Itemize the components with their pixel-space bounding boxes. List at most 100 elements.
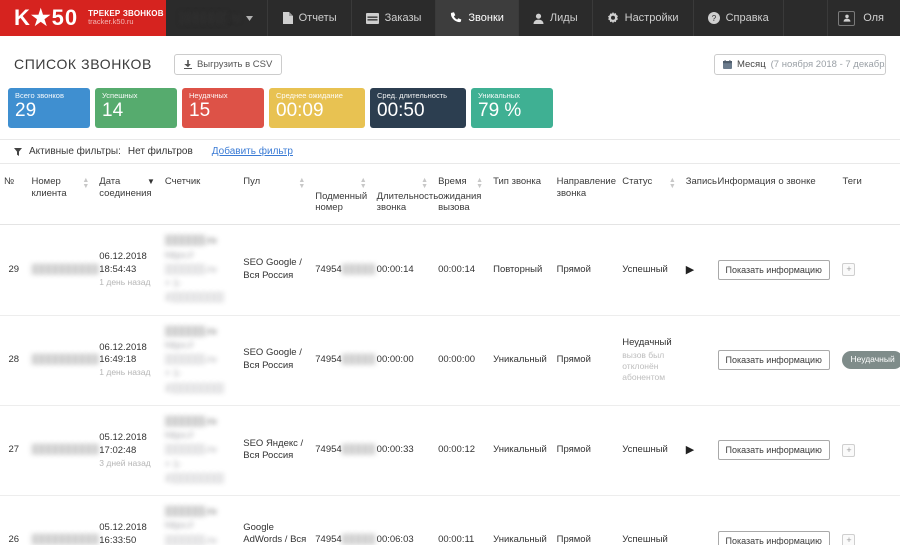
call-direction: Прямой <box>556 263 591 275</box>
col-client-number-label: Номер клиента <box>31 176 67 199</box>
counter-cell: ▒▒▒▒▒▒.ru https://▒▒▒▒▒▒.ru + 1-2▒▒▒▒▒▒▒… <box>161 496 239 545</box>
table-row[interactable]: 29 ▒▒▒▒▒▒▒▒▒▒ 06.12.2018 18:54:43 1 день… <box>0 225 900 316</box>
nav-item-reports-label: Отчеты <box>298 12 337 24</box>
nav-item-help[interactable]: ? Справка <box>694 0 784 36</box>
play-record-button[interactable]: ▶ <box>686 444 694 456</box>
logo-block[interactable]: K★50 ТРЕКЕР ЗВОНКОВ tracker.k50.ru <box>0 0 166 36</box>
call-info-cell: Показать информацию <box>714 405 839 495</box>
show-info-button[interactable]: Показать информацию <box>717 530 830 545</box>
table-header: № ▲ ▼ Номер клиента ▼ Дата соединения Счетч… <box>0 164 900 225</box>
period-picker[interactable]: Месяц (7 ноября 2018 - 7 декабря 2018) <box>714 53 886 75</box>
col-record[interactable]: Запись <box>682 164 717 225</box>
sort-icon[interactable]: ▲ ▼ <box>669 177 676 191</box>
stat-card-avg-wait: Среднее ожидание 00:09 <box>269 88 365 128</box>
sort-icon[interactable]: ▲ ▼ <box>476 177 483 191</box>
status-badge[interactable]: Неудачный <box>842 351 900 369</box>
sort-icon[interactable]: ▲ ▼ <box>421 177 428 191</box>
substitute-number: 74954▒▒▒▒▒ <box>315 534 376 545</box>
domain-selector[interactable]: ▒▒▒▒▒▒.ru <box>166 0 268 36</box>
stat-card-avg-duration: Сред. длительность 00:50 <box>370 88 466 128</box>
add-tag-button[interactable]: + <box>842 443 856 457</box>
stat-card-failed: Неудачных 15 <box>182 88 264 128</box>
col-connect-date-label: Дата соединения <box>99 176 152 199</box>
document-icon <box>282 12 293 24</box>
nav-item-reports[interactable]: Отчеты <box>268 0 352 36</box>
connect-time-value: 18:54:43 <box>99 264 137 276</box>
counter-domain: ▒▒▒▒▒▒.ru <box>164 415 217 427</box>
add-tag-button[interactable]: + <box>842 263 856 277</box>
export-csv-button[interactable]: Выгрузить в CSV <box>173 53 283 75</box>
stat-label: Успешных <box>102 91 138 100</box>
call-type: Уникальный <box>493 444 547 456</box>
play-record-button[interactable]: ▶ <box>686 264 694 276</box>
user-icon <box>533 13 544 24</box>
col-client-number[interactable]: ▲ ▼ Номер клиента <box>28 164 96 225</box>
col-number[interactable]: № <box>0 164 28 225</box>
period-label: Месяц <box>737 58 766 70</box>
call-type: Уникальный <box>493 353 547 365</box>
svg-text:?: ? <box>711 14 716 23</box>
col-wait-time-label: Время ожидания вызова <box>438 176 482 214</box>
col-call-type[interactable]: Тип звонка <box>489 164 553 225</box>
row-number: 26 <box>8 534 20 545</box>
logo-subtitle: tracker.k50.ru <box>88 17 134 27</box>
connect-time-value: 16:33:50 <box>99 534 137 545</box>
export-csv-label: Выгрузить в CSV <box>196 58 273 70</box>
show-info-button[interactable]: Показать информацию <box>717 440 830 461</box>
col-pool-label: Пул <box>243 176 261 187</box>
counter-domain: ▒▒▒▒▒▒.ru <box>164 506 217 518</box>
table-row[interactable]: 26 ▒▒▒▒▒▒▒▒▒▒ 05.12.2018 16:33:50 3 дней… <box>0 496 900 545</box>
counter-domain: ▒▒▒▒▒▒.ru <box>164 235 217 247</box>
substitute-number: 74954▒▒▒▒▒ <box>315 444 376 456</box>
col-substitute-number[interactable]: ▲ ▼ Подменный номер <box>311 164 372 225</box>
stat-label: Сред. длительность <box>377 91 448 100</box>
nav-item-orders[interactable]: Заказы <box>352 0 437 36</box>
nav-item-calls[interactable]: Звонки <box>436 0 519 36</box>
counter-id: + 1-2▒▒▒▒▒▒▒▒ <box>164 368 225 394</box>
col-connect-date[interactable]: ▼ Дата соединения <box>95 164 161 225</box>
counter-url: https://▒▒▒▒▒▒.ru <box>164 520 217 545</box>
tags-cell: + <box>842 263 896 277</box>
col-call-direction[interactable]: Направление звонка <box>553 164 619 225</box>
col-call-duration[interactable]: ▲ ▼ Длительность звонка <box>373 164 439 225</box>
col-call-info[interactable]: Информация о звонке <box>714 164 839 225</box>
sort-icon[interactable]: ▲ ▼ <box>298 177 305 191</box>
substitute-number: 74954▒▒▒▒▒ <box>315 353 376 365</box>
table-row[interactable]: 28 ▒▒▒▒▒▒▒▒▒▒ 06.12.2018 16:49:18 1 день… <box>0 315 900 406</box>
call-type: Уникальный <box>493 534 547 545</box>
col-call-type-label: Тип звонка <box>493 176 542 187</box>
col-counter[interactable]: Счетчик <box>161 164 239 225</box>
connect-date-value: 05.12.2018 <box>99 431 147 443</box>
call-direction: Прямой <box>556 534 591 545</box>
pool-cell: Google AdWords / Вся Россия <box>243 521 307 545</box>
stat-value: 00:09 <box>276 100 324 122</box>
call-duration: 00:00:14 <box>376 263 414 275</box>
navbar-spacer <box>784 0 829 36</box>
pool-cell: SEO Google / Вся Россия <box>243 347 302 372</box>
add-filter-link[interactable]: Добавить фильтр <box>212 146 293 157</box>
table-header-row: № ▲ ▼ Номер клиента ▼ Дата соединения Счетч… <box>0 164 900 225</box>
counter-url: https://▒▒▒▒▒▒.ru <box>164 430 217 456</box>
user-name: Оля <box>863 12 884 24</box>
show-info-button[interactable]: Показать информацию <box>717 350 830 371</box>
status-cell: Успешный <box>618 225 682 315</box>
sort-icon-active[interactable]: ▼ <box>147 177 155 185</box>
call-type: Повторный <box>493 263 543 275</box>
tags-column: + <box>838 405 900 495</box>
col-status[interactable]: ▲ ▼ Статус <box>618 164 682 225</box>
show-info-button[interactable]: Показать информацию <box>717 259 830 280</box>
add-tag-button[interactable]: + <box>842 534 856 545</box>
table-row[interactable]: 27 ▒▒▒▒▒▒▒▒▒▒ 05.12.2018 17:02:48 3 дней… <box>0 405 900 496</box>
col-tags[interactable]: Теги <box>838 164 900 225</box>
stat-card-unique: Уникальных 79 % <box>471 88 553 128</box>
col-wait-time[interactable]: ▲ ▼ Время ожидания вызова <box>434 164 489 225</box>
col-pool[interactable]: ▲ ▼ Пул <box>239 164 311 225</box>
sort-icon[interactable]: ▲ ▼ <box>360 177 367 191</box>
nav-item-settings[interactable]: Настройки <box>593 0 694 36</box>
calendar-icon <box>723 59 732 69</box>
sort-icon[interactable]: ▲ ▼ <box>82 177 89 191</box>
status-cell: Успешный <box>618 496 682 545</box>
nav-item-leads[interactable]: Лиды <box>519 0 593 36</box>
stat-value: 00:50 <box>377 100 425 122</box>
user-menu[interactable]: Оля <box>828 0 900 36</box>
